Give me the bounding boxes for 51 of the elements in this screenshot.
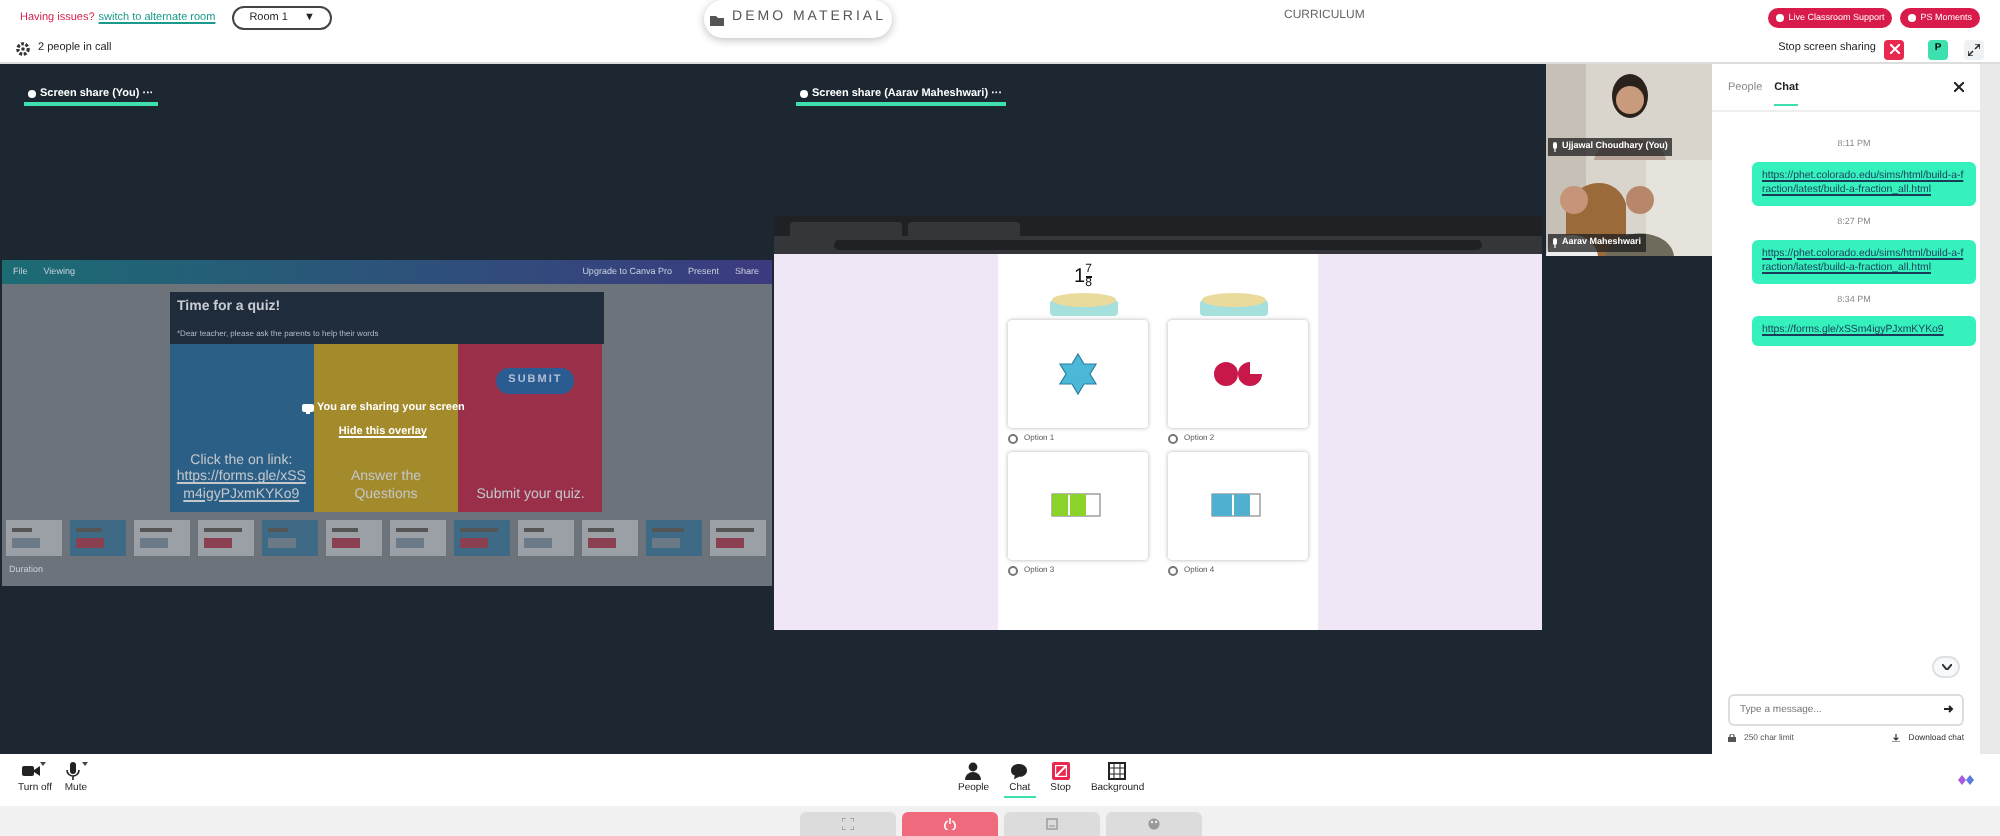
dock-button[interactable] (1105, 812, 1201, 836)
slide-thumbnail (5, 520, 61, 556)
slide-thumbnail (133, 520, 189, 556)
mic-icon (1552, 238, 1558, 249)
app-icon (1956, 770, 1976, 790)
slide-thumbnail (709, 520, 765, 556)
slide-thumbnail (517, 520, 573, 556)
slide-thumbnail (69, 520, 125, 556)
close-icon (1889, 44, 1899, 54)
person-icon (964, 761, 983, 780)
mic-icon (1552, 142, 1558, 153)
info-icon (28, 89, 36, 98)
slide-thumbnail (325, 520, 381, 556)
power-icon (943, 818, 955, 830)
download-icon (1892, 733, 1901, 742)
slide-thumbnail (197, 520, 253, 556)
stop-share-icon (1051, 761, 1070, 780)
chat-icon (1010, 761, 1029, 780)
send-icon (1944, 704, 1954, 715)
scroll-down-button[interactable] (1932, 655, 1960, 678)
slide-thumbnail (581, 520, 637, 556)
fullscreen-icon (841, 818, 853, 830)
settings-icon (16, 42, 30, 56)
grid-icon (1108, 761, 1127, 780)
expand-icon (1968, 43, 1980, 55)
mic-icon (63, 762, 82, 781)
close-icon (1954, 82, 1964, 92)
stop-sharing-button[interactable] (1884, 39, 1904, 59)
slide-thumbnail (453, 520, 509, 556)
close-button[interactable] (1954, 82, 1964, 92)
lock-icon (1728, 733, 1736, 742)
badge-icon (1908, 14, 1917, 22)
slide-thumbnail (261, 520, 317, 556)
dish-drawing (1047, 292, 1119, 316)
slide-thumbnail (645, 520, 701, 556)
camera-icon (22, 762, 41, 781)
dock-button[interactable] (1003, 812, 1099, 836)
scrollbar[interactable] (1980, 64, 2000, 754)
expand-button[interactable] (1964, 39, 1984, 59)
screen-icon (301, 403, 313, 414)
badge-icon (1776, 14, 1785, 22)
folder-icon (710, 13, 725, 25)
palette-icon (1147, 818, 1159, 830)
board-icon (1045, 818, 1057, 830)
slide-thumbnail (389, 520, 445, 556)
dish-drawing (1197, 292, 1269, 316)
caret-icon (40, 762, 47, 767)
info-icon (800, 89, 808, 98)
caret-icon (81, 762, 88, 767)
chevron-down-icon (1941, 663, 1951, 670)
dock-button[interactable] (901, 812, 997, 836)
